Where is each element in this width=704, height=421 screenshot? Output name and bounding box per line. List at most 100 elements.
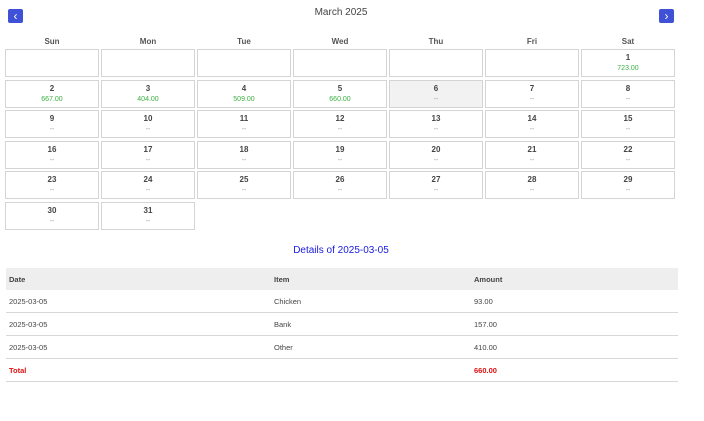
calendar-day-cell[interactable]: 15 -- <box>581 110 675 139</box>
day-number: 26 <box>335 175 345 185</box>
next-month-button[interactable]: › <box>659 9 674 23</box>
day-amount: -- <box>529 156 535 164</box>
day-number: 18 <box>239 144 249 154</box>
details-row: 2025-03-05 Chicken 93.00 <box>6 290 678 313</box>
chevron-right-icon: › <box>664 9 669 23</box>
calendar-day-cell[interactable]: 16 -- <box>5 140 99 169</box>
calendar-day-cell[interactable]: 30 -- <box>5 201 99 230</box>
details-cell-amount: 410.00 <box>471 335 678 359</box>
day-amount: -- <box>337 126 343 134</box>
day-amount: -- <box>529 126 535 134</box>
day-number: 21 <box>527 144 537 154</box>
details-cell-date: 2025-03-05 <box>6 335 271 359</box>
day-amount: 404.00 <box>137 95 159 103</box>
calendar-day-cell[interactable]: 6 -- <box>389 79 483 108</box>
calendar-day-cell[interactable]: 22 -- <box>581 140 675 169</box>
day-amount: -- <box>433 126 439 134</box>
calendar-day-cell[interactable]: 3 404.00 <box>101 79 195 108</box>
day-number: 2 <box>49 83 55 93</box>
weekday-header-tue: Tue <box>237 36 251 46</box>
day-number: 28 <box>527 175 537 185</box>
weekday-header-sat: Sat <box>621 36 635 46</box>
calendar-empty-cell <box>389 49 483 77</box>
day-number: 30 <box>47 205 57 215</box>
day-amount: -- <box>49 217 55 225</box>
calendar-day-cell[interactable]: 19 -- <box>293 140 387 169</box>
calendar-day-cell[interactable]: 23 -- <box>5 171 99 200</box>
total-amount: 660.00 <box>471 358 678 382</box>
calendar-day-cell[interactable]: 21 -- <box>485 140 579 169</box>
calendar-day-cell[interactable]: 10 -- <box>101 110 195 139</box>
day-number: 27 <box>431 175 441 185</box>
day-amount: -- <box>433 156 439 164</box>
calendar-empty-cell <box>293 49 387 77</box>
calendar-day-cell[interactable]: 13 -- <box>389 110 483 139</box>
day-amount: -- <box>529 187 535 195</box>
calendar-day-cell[interactable]: 20 -- <box>389 140 483 169</box>
day-amount: -- <box>337 187 343 195</box>
calendar-day-cell[interactable]: 26 -- <box>293 171 387 200</box>
day-number: 29 <box>623 175 633 185</box>
column-header-date: Date <box>6 268 271 290</box>
day-amount: -- <box>625 95 631 103</box>
calendar-day-cell[interactable]: 9 -- <box>5 110 99 139</box>
day-number: 31 <box>143 205 153 215</box>
calendar-empty-cell <box>197 49 291 77</box>
details-cell-item: Other <box>271 335 471 359</box>
day-number: 19 <box>335 144 345 154</box>
details-total-row: Total 660.00 <box>6 358 678 382</box>
day-number: 22 <box>623 144 633 154</box>
month-title: March 2025 <box>314 7 368 18</box>
calendar-day-cell[interactable]: 14 -- <box>485 110 579 139</box>
calendar-day-cell[interactable]: 17 -- <box>101 140 195 169</box>
calendar-day-cell[interactable]: 31 -- <box>101 201 195 230</box>
details-row: 2025-03-05 Bank 157.00 <box>6 312 678 336</box>
calendar-empty-cell <box>5 49 99 77</box>
calendar-day-cell[interactable]: 27 -- <box>389 171 483 200</box>
details-cell-item: Bank <box>271 312 471 336</box>
day-number: 17 <box>143 144 153 154</box>
day-amount: -- <box>433 95 439 103</box>
day-number: 12 <box>335 114 345 124</box>
day-amount: -- <box>145 217 151 225</box>
day-amount: -- <box>145 156 151 164</box>
calendar-day-cell[interactable]: 4 509.00 <box>197 79 291 108</box>
day-number: 25 <box>239 175 249 185</box>
calendar-day-cell[interactable]: 5 660.00 <box>293 79 387 108</box>
calendar-day-cell[interactable]: 12 -- <box>293 110 387 139</box>
day-number: 4 <box>241 83 247 93</box>
details-cell-date: 2025-03-05 <box>6 290 271 313</box>
column-header-amount: Amount <box>471 268 678 290</box>
day-number: 9 <box>49 114 55 124</box>
calendar-day-cell[interactable]: 29 -- <box>581 171 675 200</box>
day-amount: -- <box>145 187 151 195</box>
calendar-day-cell[interactable]: 8 -- <box>581 79 675 108</box>
day-number: 20 <box>431 144 441 154</box>
total-spacer <box>271 358 471 382</box>
calendar-day-cell[interactable]: 2 667.00 <box>5 79 99 108</box>
details-cell-item: Chicken <box>271 290 471 313</box>
day-number: 16 <box>47 144 57 154</box>
weekday-header-mon: Mon <box>139 36 157 46</box>
calendar-day-cell[interactable]: 25 -- <box>197 171 291 200</box>
day-amount: -- <box>241 187 247 195</box>
day-amount: 509.00 <box>233 95 255 103</box>
day-amount: -- <box>49 156 55 164</box>
calendar-day-cell[interactable]: 24 -- <box>101 171 195 200</box>
day-amount: -- <box>625 187 631 195</box>
calendar-grid: Sun Mon Tue Wed Thu Fri Sat 1 723.00 2 667.00 3 404.… <box>5 33 679 233</box>
day-number: 10 <box>143 114 153 124</box>
calendar-day-cell[interactable]: 18 -- <box>197 140 291 169</box>
calendar-day-cell[interactable]: 1 723.00 <box>581 49 675 77</box>
calendar-day-cell[interactable]: 7 -- <box>485 79 579 108</box>
day-number: 24 <box>143 175 153 185</box>
calendar-day-cell[interactable]: 11 -- <box>197 110 291 139</box>
day-number: 1 <box>625 53 631 62</box>
day-amount: -- <box>529 95 535 103</box>
day-number: 5 <box>337 83 343 93</box>
day-amount: -- <box>49 187 55 195</box>
day-number: 8 <box>625 83 631 93</box>
calendar-day-cell[interactable]: 28 -- <box>485 171 579 200</box>
details-cell-date: 2025-03-05 <box>6 312 271 336</box>
weekday-header-fri: Fri <box>526 36 538 46</box>
